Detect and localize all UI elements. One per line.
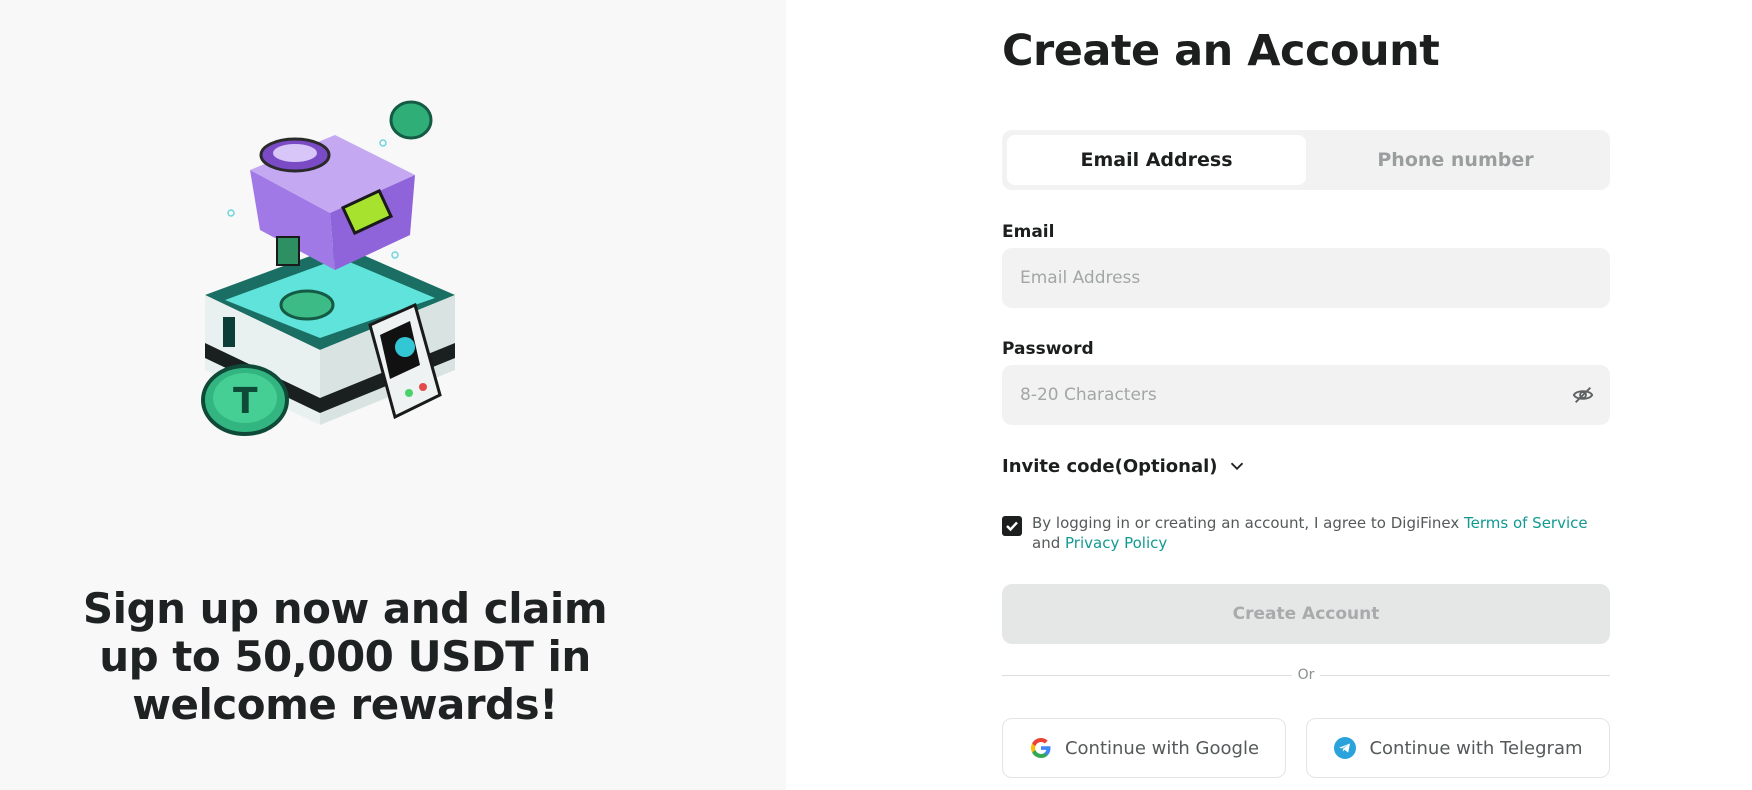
promo-headline: Sign up now and claim up to 50,000 USDT …	[82, 584, 608, 729]
promo-panel: T Sign up now and claim up to 50,000 USD…	[0, 0, 786, 790]
or-divider: Or	[1002, 665, 1610, 685]
agreement-checkbox[interactable]	[1002, 516, 1022, 536]
google-button-label: Continue with Google	[1064, 737, 1260, 759]
agreement-and: and	[1032, 534, 1061, 552]
terms-of-service-link[interactable]: Terms of Service	[1464, 514, 1588, 532]
telegram-icon	[1334, 737, 1357, 759]
password-field[interactable]	[1018, 384, 1572, 406]
privacy-policy-link[interactable]: Privacy Policy	[1065, 534, 1167, 552]
divider-line-left	[1002, 674, 1292, 676]
signup-method-tabs: Email Address Phone number	[1002, 130, 1610, 190]
mystery-box-illustration: T	[201, 100, 455, 436]
divider-line-right	[1320, 674, 1610, 676]
divider-label: Or	[1297, 667, 1315, 683]
password-field-container	[1002, 365, 1610, 425]
chevron-down-icon	[1230, 462, 1243, 471]
continue-with-telegram-button[interactable]: Continue with Telegram	[1306, 718, 1610, 778]
svg-text:T: T	[233, 381, 258, 422]
eye-slash-icon[interactable]	[1572, 384, 1594, 406]
password-label: Password	[1002, 339, 1094, 359]
invite-code-toggle[interactable]: Invite code(Optional)	[1002, 455, 1248, 477]
continue-with-google-button[interactable]: Continue with Google	[1002, 718, 1286, 778]
agreement-text: By logging in or creating an account, I …	[1032, 513, 1610, 553]
email-field[interactable]	[1018, 267, 1594, 289]
tab-phone-number[interactable]: Phone number	[1306, 135, 1605, 185]
email-field-container	[1002, 248, 1610, 308]
agreement-statement: By logging in or creating an account, I …	[1032, 514, 1460, 532]
tab-email-address[interactable]: Email Address	[1007, 135, 1306, 185]
create-account-button[interactable]: Create Account	[1002, 584, 1610, 644]
email-label: Email	[1002, 222, 1055, 242]
page-title: Create an Account	[1002, 26, 1440, 76]
telegram-button-label: Continue with Telegram	[1369, 737, 1583, 759]
check-icon	[1006, 521, 1018, 532]
google-icon	[1030, 738, 1051, 758]
invite-code-label: Invite code(Optional)	[1002, 455, 1218, 477]
